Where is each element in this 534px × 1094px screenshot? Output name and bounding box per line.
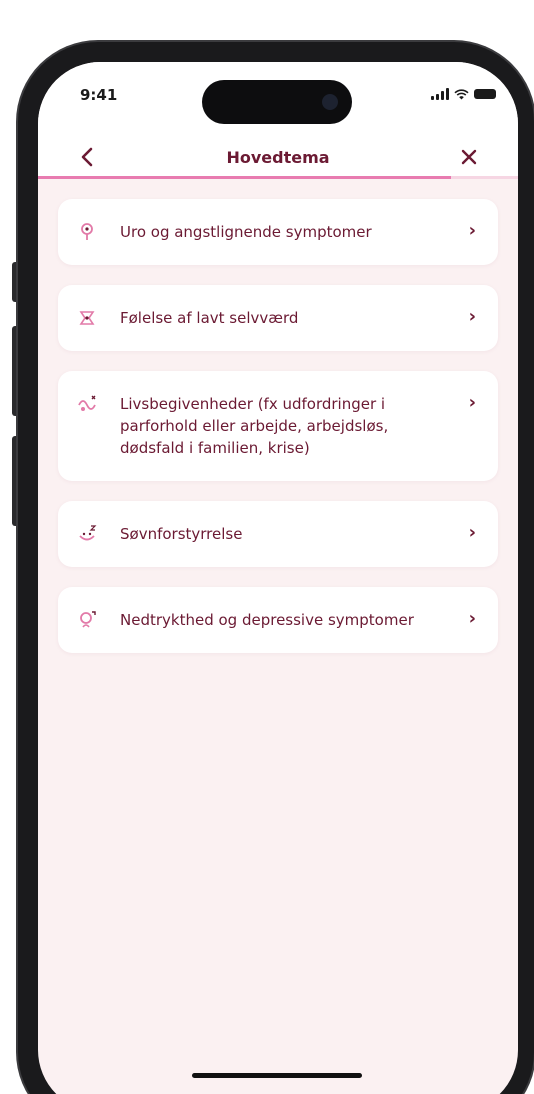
page-title: Hovedtema (226, 148, 330, 167)
chevron-right-icon: › (468, 306, 476, 327)
topic-item-sleep[interactable]: Søvnforstyrrelse › (58, 501, 498, 567)
screen: 9:41 Hovedtema Uro og angstlignende symp… (38, 62, 518, 1094)
topic-item-depression[interactable]: Nedtrykthed og depressive symptomer › (58, 587, 498, 653)
dynamic-island (202, 80, 352, 124)
chevron-right-icon: › (468, 522, 476, 543)
low-self-esteem-icon (79, 311, 95, 325)
topic-label: Livsbegivenheder (fx udfordringer i parf… (120, 395, 389, 457)
camera-icon (322, 94, 338, 110)
phone-frame: 9:41 Hovedtema Uro og angstlignende symp… (18, 42, 534, 1094)
close-button[interactable] (454, 142, 484, 172)
topic-item-self-esteem[interactable]: Følelse af lavt selvværd › (58, 285, 498, 351)
wifi-icon (454, 88, 469, 99)
signal-icon (431, 88, 449, 100)
depression-icon (80, 611, 96, 628)
life-events-icon (78, 395, 96, 411)
topic-label: Søvnforstyrrelse (120, 525, 243, 543)
topic-item-life-events[interactable]: Livsbegivenheder (fx udfordringer i parf… (58, 371, 498, 481)
chevron-right-icon: › (468, 220, 476, 241)
progress-fill (38, 176, 451, 179)
status-icons (431, 88, 496, 100)
sleep-icon (79, 525, 97, 541)
topic-label: Følelse af lavt selvværd (120, 309, 299, 327)
status-time: 9:41 (80, 86, 118, 104)
anxiety-icon (81, 223, 93, 240)
battery-icon (474, 89, 496, 99)
topic-label: Uro og angstlignende symptomer (120, 223, 372, 241)
home-indicator[interactable] (192, 1073, 362, 1078)
top-bar: 9:41 Hovedtema (38, 62, 518, 179)
close-icon (461, 149, 477, 165)
chevron-right-icon: › (468, 608, 476, 629)
stage: 9:41 Hovedtema Uro og angstlignende symp… (0, 0, 534, 1094)
topic-label: Nedtrykthed og depressive symptomer (120, 611, 414, 629)
topic-list: Uro og angstlignende symptomer › Følelse… (58, 199, 498, 673)
progress-bar (38, 176, 518, 179)
chevron-right-icon: › (468, 392, 476, 413)
topic-item-anxiety[interactable]: Uro og angstlignende symptomer › (58, 199, 498, 265)
